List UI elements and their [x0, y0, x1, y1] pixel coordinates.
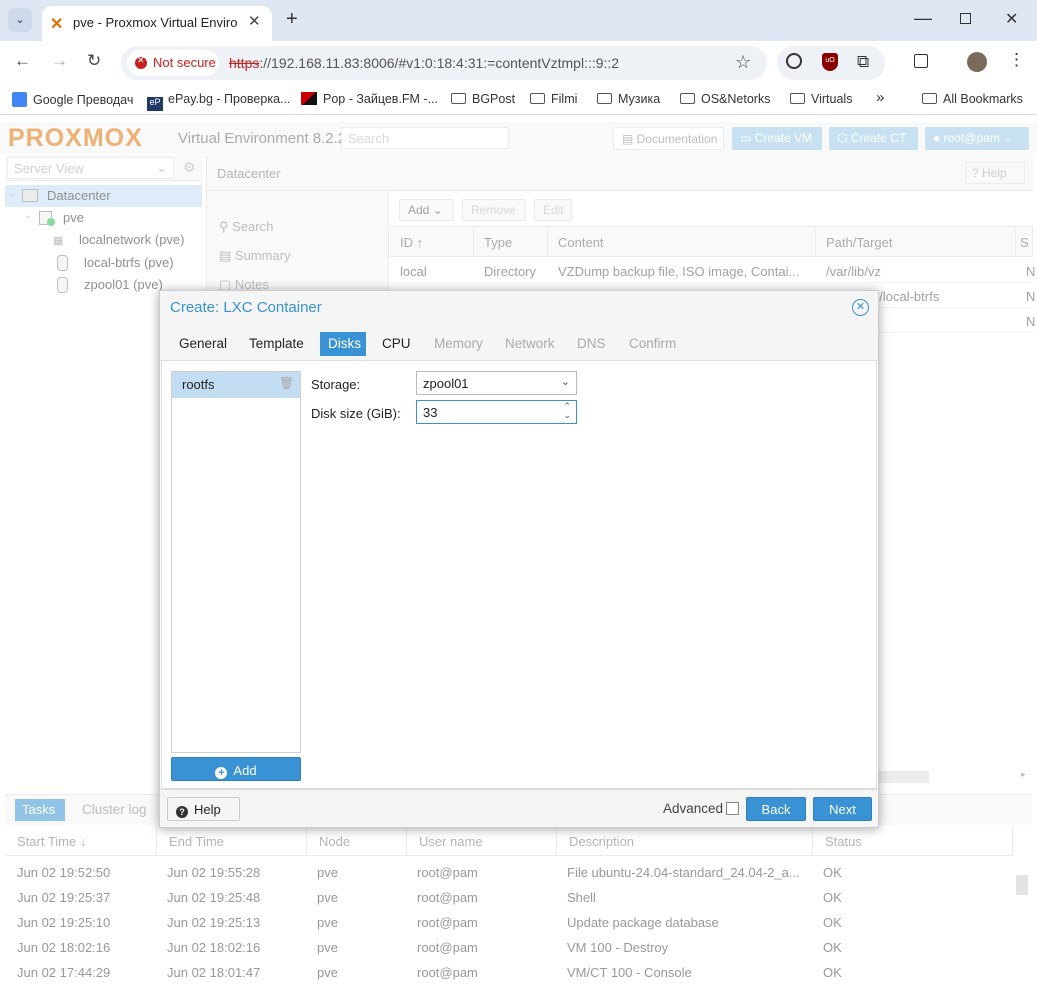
- url-text: https://192.168.11.83:8006/#v1:0:18:4:31…: [229, 55, 620, 71]
- tab-search-icon[interactable]: ⌄: [8, 8, 32, 32]
- tab-close-icon[interactable]: ✕: [248, 12, 261, 30]
- help-button[interactable]: ? Help: [167, 797, 240, 821]
- tab-cpu[interactable]: CPU: [374, 332, 419, 356]
- folder-icon: [451, 93, 466, 104]
- warning-icon: [135, 55, 147, 69]
- all-bookmarks[interactable]: All Bookmarks: [922, 92, 1023, 106]
- bookmark-epay[interactable]: eP ePay.bg - Проверка...: [147, 92, 290, 111]
- puzzle-extensions-icon[interactable]: ⧉: [857, 52, 869, 72]
- folder-icon: [597, 93, 612, 104]
- more-bookmarks-icon[interactable]: »: [876, 89, 884, 106]
- folder-icon: [922, 93, 937, 104]
- reading-list-icon[interactable]: [914, 54, 928, 68]
- add-disk-button[interactable]: + Add: [171, 757, 301, 781]
- browser-tab-strip: ⌄ ✕ pve - Proxmox Virtual Environment ✕ …: [0, 0, 1037, 41]
- minimize-icon[interactable]: —: [914, 8, 932, 29]
- trash-icon[interactable]: 🗑: [279, 376, 294, 390]
- google-translate-icon: [12, 92, 27, 107]
- disk-size-label: Disk size (GiB):: [311, 406, 401, 421]
- tab-dns[interactable]: DNS: [569, 332, 614, 356]
- bookmarks-bar: Google Преводач eP ePay.bg - Проверка... …: [0, 85, 1037, 115]
- profile-avatar[interactable]: [967, 52, 987, 72]
- new-tab-icon[interactable]: +: [286, 8, 298, 31]
- create-lxc-dialog: Create: LXC Container ✕ General Template…: [159, 290, 879, 828]
- maximize-icon[interactable]: [960, 13, 971, 24]
- chevron-down-icon: ⌄: [560, 376, 570, 388]
- folder-icon: [530, 93, 545, 104]
- reload-icon[interactable]: ↻: [87, 51, 101, 71]
- proxmox-favicon-icon: ✕: [50, 16, 64, 33]
- question-icon: ?: [176, 806, 188, 818]
- back-arrow-icon[interactable]: ←: [14, 51, 31, 71]
- tab-title: pve - Proxmox Virtual Environment: [73, 15, 238, 30]
- bookmark-star-icon[interactable]: ☆: [735, 52, 751, 73]
- window-close-icon[interactable]: ✕: [1005, 9, 1018, 29]
- bookmark-filmi[interactable]: Filmi: [530, 92, 577, 106]
- browser-toolbar: ← → ↻ Not secure https://192.168.11.83:8…: [0, 41, 1037, 85]
- forward-arrow-icon[interactable]: →: [51, 51, 68, 71]
- folder-icon: [680, 93, 695, 104]
- bookmark-pop[interactable]: Pop - Зайцев.FM -...: [301, 92, 438, 106]
- list-item[interactable]: rootfs 🗑: [172, 372, 300, 398]
- close-icon[interactable]: ✕: [852, 299, 869, 316]
- not-secure-label: Not secure: [153, 55, 216, 70]
- bookmark-os-networks[interactable]: OS&Netorks: [680, 92, 770, 106]
- address-bar[interactable]: Not secure https://192.168.11.83:8006/#v…: [121, 46, 767, 80]
- disk-list: rootfs 🗑: [171, 371, 301, 753]
- disk-size-input[interactable]: 33 ⌃ ⌄: [416, 400, 577, 424]
- tab-confirm[interactable]: Confirm: [621, 332, 684, 356]
- menu-dots-icon[interactable]: ⋮: [1008, 50, 1025, 70]
- pop-icon: [301, 92, 317, 105]
- extensions-pill: uO ⧉: [777, 46, 885, 80]
- tab-general[interactable]: General: [171, 332, 235, 356]
- dialog-title: Create: LXC Container: [170, 299, 322, 316]
- tab-template[interactable]: Template: [241, 332, 312, 356]
- folder-icon: [790, 93, 805, 104]
- bookmark-muzika[interactable]: Музика: [597, 92, 660, 106]
- storage-select[interactable]: zpool01 ⌄: [416, 371, 577, 395]
- back-button[interactable]: Back: [746, 797, 806, 821]
- tab-network[interactable]: Network: [497, 332, 563, 356]
- not-secure-chip[interactable]: Not secure: [127, 50, 219, 76]
- dialog-header: Create: LXC Container ✕: [160, 291, 878, 325]
- sync-extension-icon[interactable]: [786, 53, 802, 69]
- tab-disks[interactable]: Disks: [320, 332, 366, 356]
- bookmark-virtuals[interactable]: Virtuals: [790, 92, 852, 106]
- ublock-icon[interactable]: uO: [822, 53, 838, 71]
- plus-icon: +: [215, 767, 228, 779]
- storage-label: Storage:: [311, 377, 361, 392]
- wizard-tabs: General Template Disks CPU Memory Networ…: [160, 325, 878, 361]
- next-button[interactable]: Next: [813, 797, 872, 821]
- bookmark-bgpost[interactable]: BGPost: [451, 92, 515, 106]
- advanced-label: Advanced: [663, 801, 724, 816]
- advanced-checkbox[interactable]: [726, 802, 739, 815]
- dialog-footer: ? Help Advanced Back Next: [160, 789, 878, 827]
- epay-icon: eP: [147, 97, 163, 111]
- browser-tab[interactable]: ✕ pve - Proxmox Virtual Environment ✕: [42, 6, 272, 41]
- tab-memory[interactable]: Memory: [426, 332, 491, 356]
- bookmark-google-translate[interactable]: Google Преводач: [12, 92, 133, 107]
- spinner-icon: ⌃ ⌄: [563, 401, 571, 420]
